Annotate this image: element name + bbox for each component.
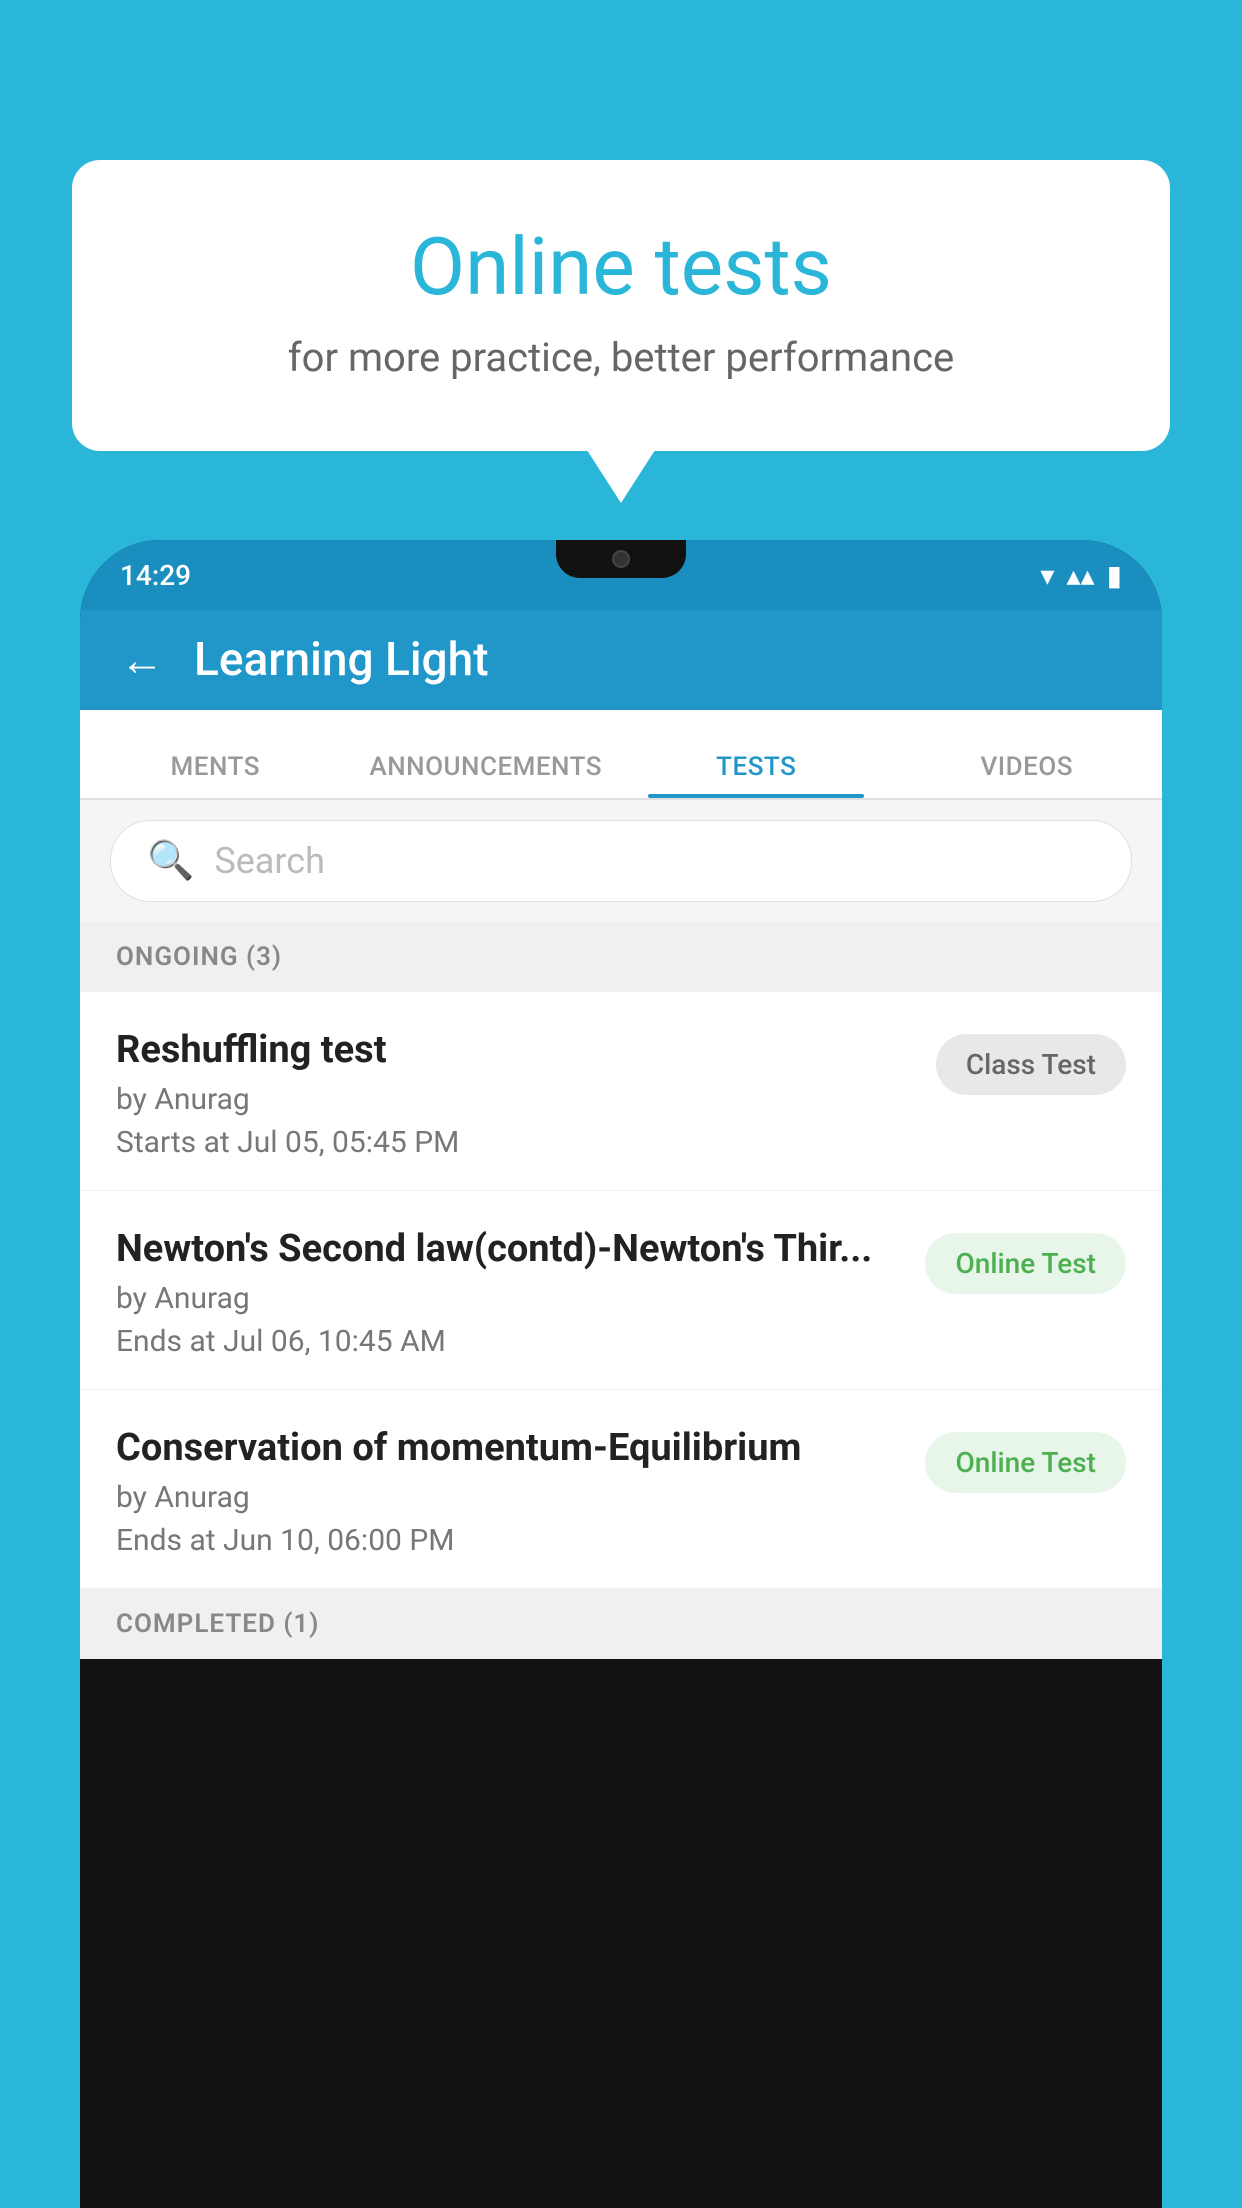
tab-announcements[interactable]: ANNOUNCEMENTS [351, 752, 622, 798]
tab-ments[interactable]: MENTS [80, 752, 351, 798]
test-title-3: Conservation of momentum-Equilibrium [116, 1426, 905, 1470]
test-date-3: Ends at Jun 10, 06:00 PM [116, 1523, 905, 1558]
test-title-1: Reshuffling test [116, 1028, 916, 1072]
back-button[interactable]: ← [120, 634, 164, 686]
bubble-title: Online tests [132, 220, 1110, 314]
test-badge-2: Online Test [925, 1233, 1126, 1294]
speech-bubble: Online tests for more practice, better p… [72, 160, 1170, 451]
search-placeholder: Search [214, 840, 325, 882]
test-by-3: by Anurag [116, 1480, 905, 1515]
test-date-1: Starts at Jul 05, 05:45 PM [116, 1125, 916, 1160]
test-date-2: Ends at Jul 06, 10:45 AM [116, 1324, 905, 1359]
phone-frame: 14:29 ▾ ▴▴ ▮ ← Learning Light MENTS ANNO… [80, 540, 1162, 2208]
status-icons: ▾ ▴▴ ▮ [1040, 559, 1122, 592]
status-bar: 14:29 ▾ ▴▴ ▮ [80, 540, 1162, 610]
bubble-subtitle: for more practice, better performance [132, 334, 1110, 381]
test-title-2: Newton's Second law(contd)-Newton's Thir… [116, 1227, 905, 1271]
search-input-wrap[interactable]: 🔍 Search [110, 820, 1132, 902]
completed-section-header: COMPLETED (1) [80, 1589, 1162, 1659]
test-badge-3: Online Test [925, 1432, 1126, 1493]
tab-bar: MENTS ANNOUNCEMENTS TESTS VIDEOS [80, 710, 1162, 800]
test-item-3[interactable]: Conservation of momentum-Equilibrium by … [80, 1390, 1162, 1589]
tab-tests[interactable]: TESTS [621, 752, 892, 798]
wifi-icon: ▾ [1040, 559, 1054, 592]
search-icon: 🔍 [147, 839, 194, 883]
test-by-1: by Anurag [116, 1082, 916, 1117]
search-bar-container: 🔍 Search [80, 800, 1162, 922]
test-badge-1: Class Test [936, 1034, 1126, 1095]
test-info-1: Reshuffling test by Anurag Starts at Jul… [116, 1028, 936, 1160]
test-by-2: by Anurag [116, 1281, 905, 1316]
test-info-2: Newton's Second law(contd)-Newton's Thir… [116, 1227, 925, 1359]
test-info-3: Conservation of momentum-Equilibrium by … [116, 1426, 925, 1558]
tab-videos[interactable]: VIDEOS [892, 752, 1163, 798]
battery-icon: ▮ [1107, 559, 1122, 592]
app-bar-title: Learning Light [194, 633, 489, 687]
ongoing-section-header: ONGOING (3) [80, 922, 1162, 992]
signal-icon: ▴▴ [1066, 559, 1094, 592]
test-item-1[interactable]: Reshuffling test by Anurag Starts at Jul… [80, 992, 1162, 1191]
test-item-2[interactable]: Newton's Second law(contd)-Newton's Thir… [80, 1191, 1162, 1390]
notch [556, 540, 686, 578]
test-list: Reshuffling test by Anurag Starts at Jul… [80, 992, 1162, 1589]
app-bar: ← Learning Light [80, 610, 1162, 710]
status-time: 14:29 [120, 559, 191, 592]
camera [612, 550, 630, 568]
